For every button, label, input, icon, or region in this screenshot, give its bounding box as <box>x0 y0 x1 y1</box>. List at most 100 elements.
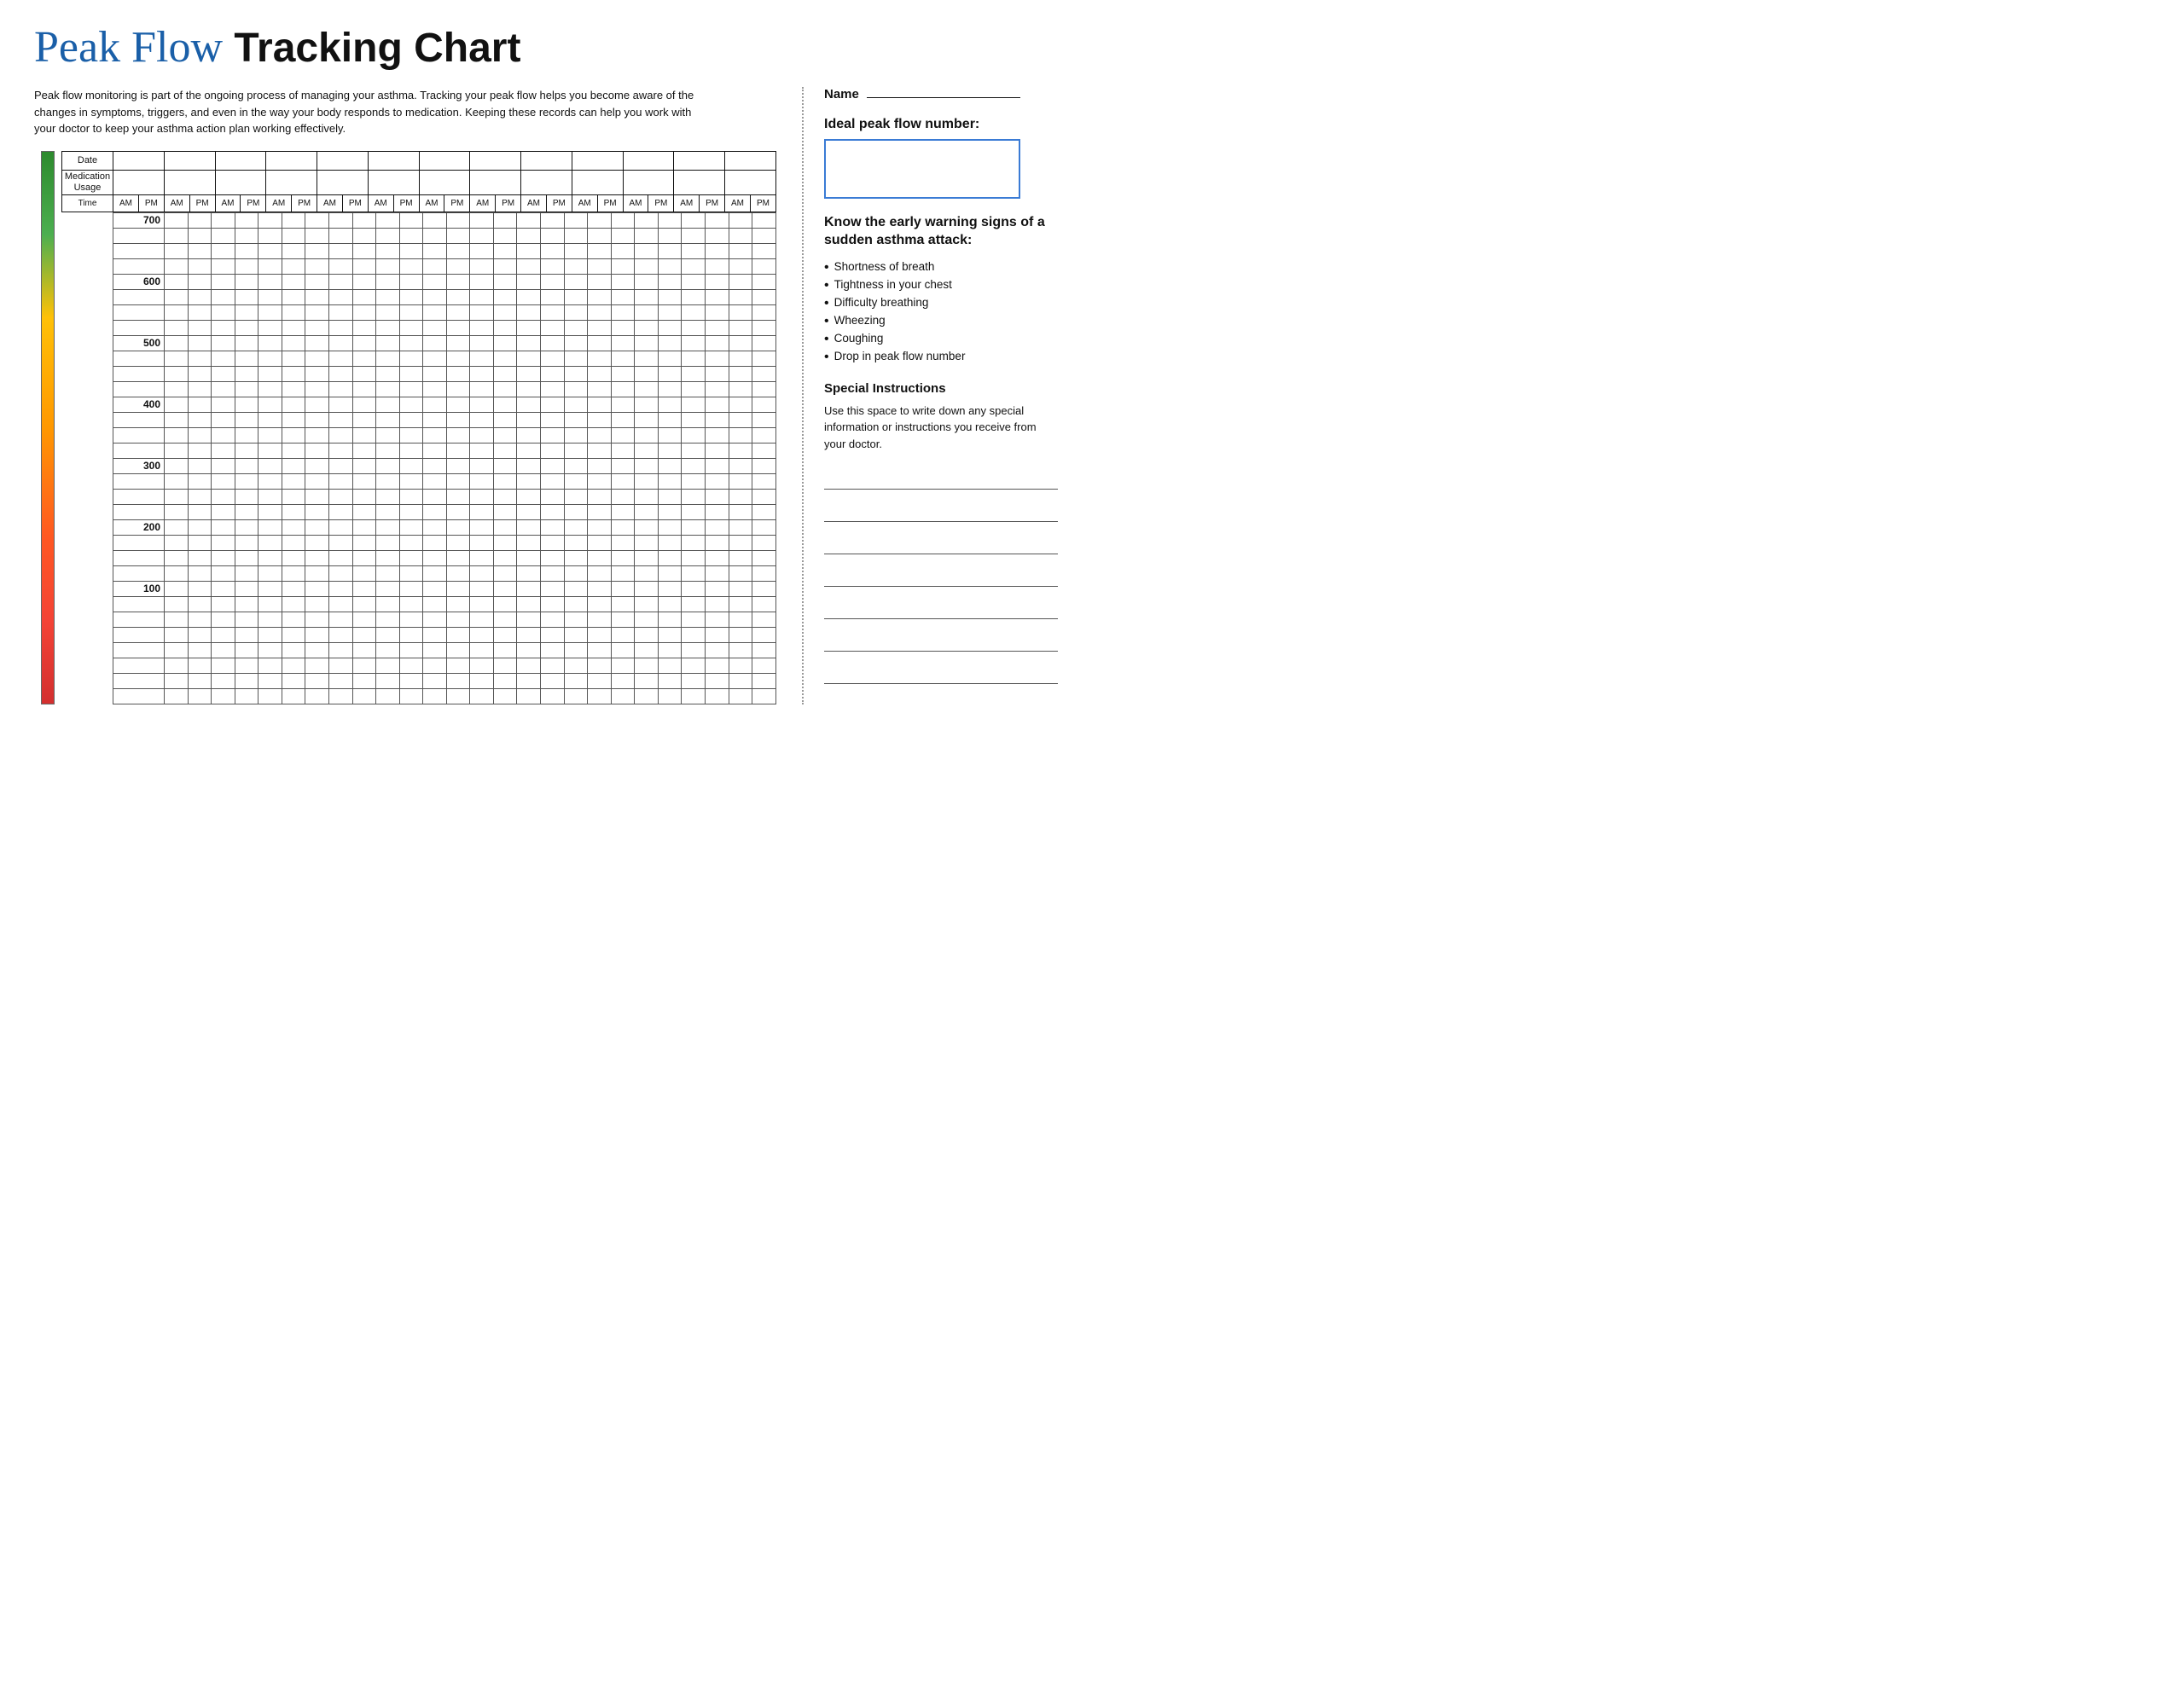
grid-cell <box>611 320 635 335</box>
grid-cell <box>258 320 282 335</box>
grid-cell <box>470 688 494 704</box>
grid-cell <box>165 243 189 258</box>
grid-cell <box>611 519 635 535</box>
grid-cell <box>470 627 494 642</box>
grid-cell <box>165 274 189 289</box>
grid-cell <box>305 366 329 381</box>
pm-2: PM <box>189 194 215 212</box>
grid-cell <box>635 458 659 473</box>
grid-cell <box>470 565 494 581</box>
grid-cell <box>658 212 682 228</box>
grid-cell <box>752 489 776 504</box>
grid-cell <box>541 581 565 596</box>
grid-cell <box>165 458 189 473</box>
grid-cell <box>564 427 588 443</box>
grid-cell <box>752 289 776 304</box>
grid-cell <box>352 550 376 565</box>
grid-cell <box>729 535 752 550</box>
grid-cell <box>212 258 235 274</box>
grid-cell <box>517 212 541 228</box>
grid-cell <box>376 274 400 289</box>
grid-cell <box>493 412 517 427</box>
grid-cell <box>328 289 352 304</box>
grid-cell <box>564 335 588 351</box>
grid-cell <box>235 335 258 351</box>
grid-cell <box>517 627 541 642</box>
grid-cell <box>611 212 635 228</box>
grid-cell <box>541 535 565 550</box>
grid-cell <box>493 304 517 320</box>
grid-cell <box>212 612 235 627</box>
grid-cell <box>517 458 541 473</box>
grid-cell <box>541 458 565 473</box>
grid-cell <box>564 258 588 274</box>
grid-cell <box>493 565 517 581</box>
grid-cell <box>446 304 470 320</box>
grid-cell <box>493 458 517 473</box>
grid-cell <box>328 581 352 596</box>
grid-cell <box>399 304 423 320</box>
grid-cell <box>470 304 494 320</box>
grid-cell <box>235 489 258 504</box>
grid-cell <box>328 550 352 565</box>
grid-cell <box>352 658 376 673</box>
date-col-12 <box>674 151 725 170</box>
pm-7: PM <box>444 194 470 212</box>
bullet-icon: • <box>824 315 829 328</box>
grid-cell <box>305 565 329 581</box>
grid-cell <box>682 519 706 535</box>
grid-cell <box>705 519 729 535</box>
grid-cell <box>493 627 517 642</box>
grid-cell <box>588 519 612 535</box>
grid-cell <box>470 489 494 504</box>
grid-cell <box>235 274 258 289</box>
grid-cell <box>376 381 400 397</box>
grid-cell <box>493 443 517 458</box>
grid-cell <box>517 550 541 565</box>
date-col-9 <box>521 151 572 170</box>
warning-list-item: •Tightness in your chest <box>824 276 1058 294</box>
grid-cell <box>282 412 305 427</box>
content-row: Peak flow monitoring is part of the ongo… <box>34 87 1058 704</box>
med-col-1 <box>113 170 165 194</box>
write-line <box>824 595 1058 619</box>
grid-cell <box>258 228 282 243</box>
grid-cell <box>588 550 612 565</box>
grid-cell <box>541 320 565 335</box>
grid-cell <box>328 596 352 612</box>
grid-cell <box>493 351 517 366</box>
grid-cell <box>165 304 189 320</box>
grid-cell <box>635 243 659 258</box>
grid-cell <box>752 258 776 274</box>
grid-cell <box>564 642 588 658</box>
grid-cell <box>729 228 752 243</box>
grid-cell <box>352 612 376 627</box>
grid-cell <box>517 673 541 688</box>
grid-cell <box>352 673 376 688</box>
grid-cell <box>235 427 258 443</box>
table-row: 500 <box>113 335 776 351</box>
grid-cell <box>517 688 541 704</box>
grid-cell <box>493 612 517 627</box>
grid-cell <box>352 289 376 304</box>
grid-cell <box>658 427 682 443</box>
grid-cell <box>282 504 305 519</box>
grid-cell <box>305 458 329 473</box>
grid-cell <box>729 642 752 658</box>
right-section: Name Ideal peak flow number: Know the ea… <box>802 87 1058 704</box>
write-lines <box>824 466 1058 684</box>
grid-cell <box>611 612 635 627</box>
grid-cell <box>635 673 659 688</box>
grid-cell <box>212 473 235 489</box>
write-line <box>824 660 1058 684</box>
grid-cell <box>517 596 541 612</box>
grid-cell <box>352 473 376 489</box>
grid-cell <box>541 427 565 443</box>
grid-cell <box>376 473 400 489</box>
warning-sign-text: Wheezing <box>834 314 886 327</box>
grid-cell <box>729 565 752 581</box>
page-wrapper: Peak Flow Tracking Chart Peak flow monit… <box>34 26 1058 704</box>
grid-cell <box>564 274 588 289</box>
grid-cell <box>564 688 588 704</box>
grid-cell <box>399 596 423 612</box>
